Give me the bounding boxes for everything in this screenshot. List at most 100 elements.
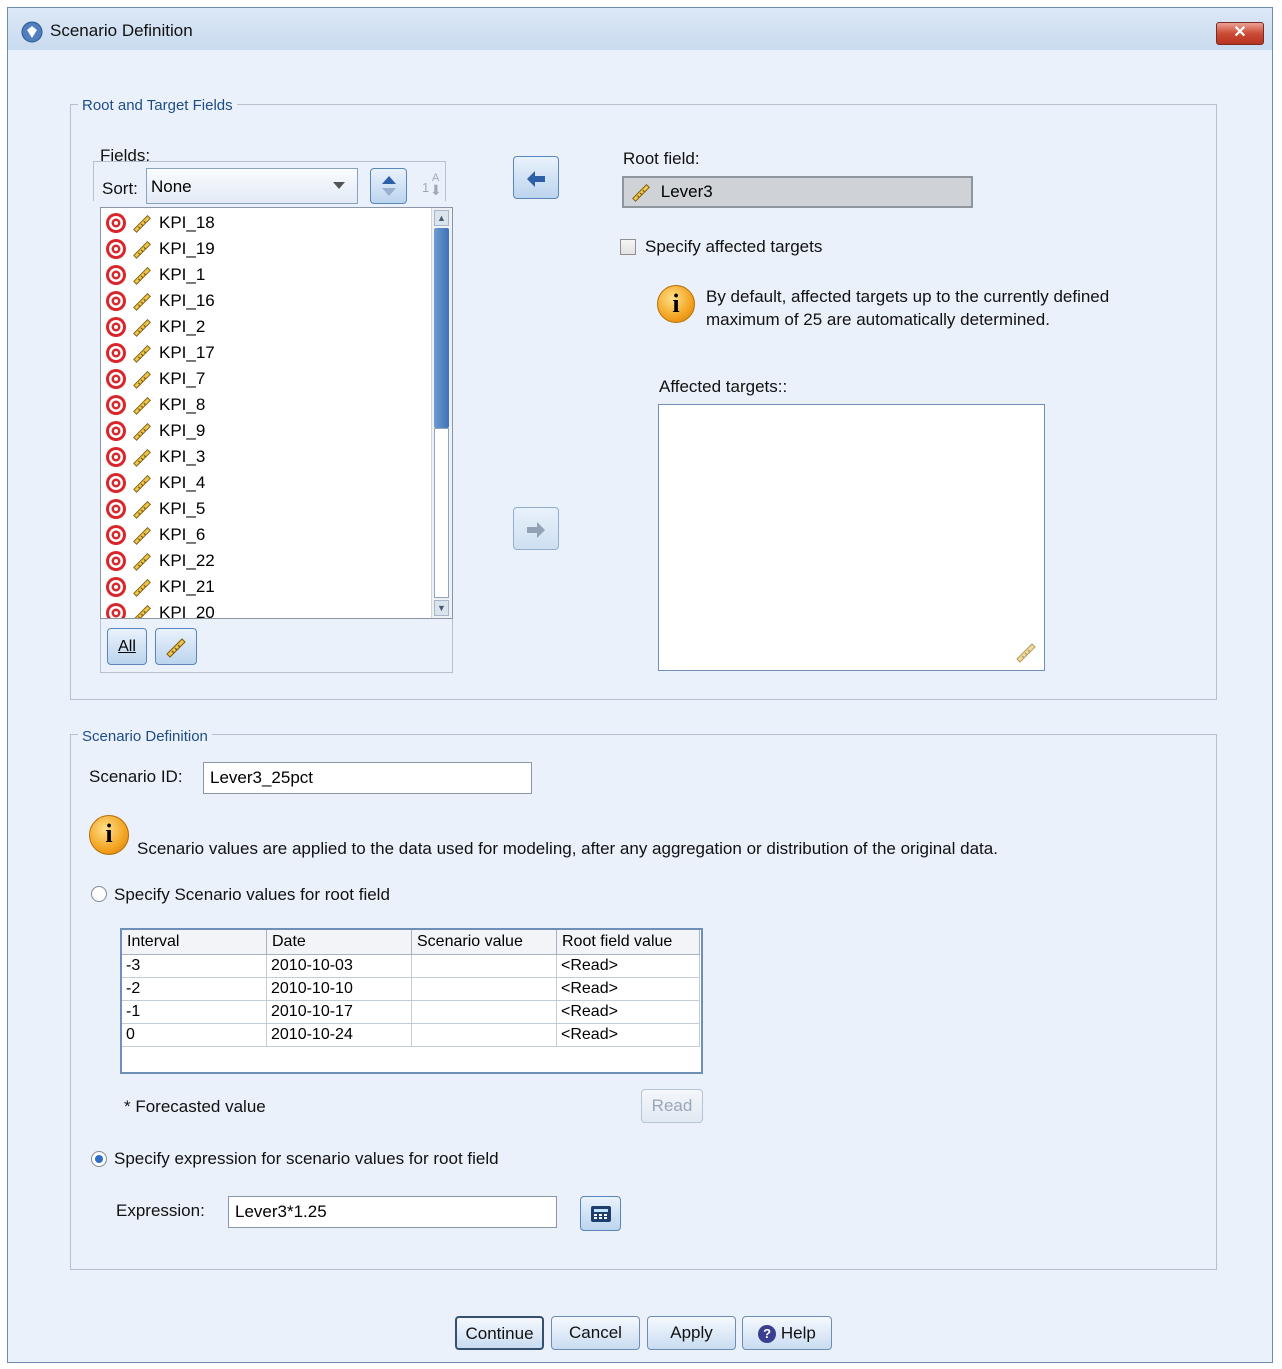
field-name: KPI_17 xyxy=(159,343,215,362)
read-button[interactable]: Read xyxy=(641,1089,703,1123)
sort-alpha-icon[interactable]: 1 A ⬇ xyxy=(416,168,452,204)
column-interval[interactable]: Interval xyxy=(122,930,267,955)
ruler-icon xyxy=(131,602,153,618)
measure-filter-button[interactable] xyxy=(155,628,197,665)
list-item[interactable]: KPI_21 xyxy=(101,574,431,600)
list-item[interactable]: KPI_1 xyxy=(101,262,431,288)
list-item[interactable]: KPI_16 xyxy=(101,288,431,314)
scenario-values-table[interactable]: Interval Date Scenario value Root field … xyxy=(120,928,703,1074)
field-name: KPI_18 xyxy=(159,213,215,232)
ruler-icon xyxy=(131,368,153,390)
cell-root-value[interactable]: <Read> xyxy=(556,977,700,1001)
field-name: KPI_3 xyxy=(159,447,206,466)
root-field-box[interactable]: Lever3 xyxy=(622,176,973,208)
cell-scenario-value[interactable] xyxy=(411,954,557,978)
list-item[interactable]: KPI_2 xyxy=(101,314,431,340)
scroll-thumb[interactable] xyxy=(434,228,449,428)
root-field-label: Root field: xyxy=(623,149,700,168)
target-icon xyxy=(105,316,127,338)
scroll-down-button[interactable]: ▼ xyxy=(434,600,449,616)
scenario-id-input[interactable]: Lever3_25pct xyxy=(203,762,532,794)
list-item[interactable]: KPI_8 xyxy=(101,392,431,418)
continue-button[interactable]: Continue xyxy=(455,1316,544,1350)
list-item[interactable]: KPI_22 xyxy=(101,548,431,574)
list-item[interactable]: KPI_9 xyxy=(101,418,431,444)
ruler-icon xyxy=(131,472,153,494)
list-item[interactable]: KPI_5 xyxy=(101,496,431,522)
radio-specify-values-label[interactable]: Specify Scenario values for root field xyxy=(114,885,390,905)
radio-specify-values[interactable] xyxy=(91,886,107,902)
sort-dropdown[interactable]: None xyxy=(146,168,358,204)
chevron-down-icon xyxy=(333,182,345,189)
help-button[interactable]: ? Help xyxy=(742,1316,832,1350)
cell-date[interactable]: 2010-10-24 xyxy=(266,1023,412,1047)
list-item[interactable]: KPI_18 xyxy=(101,210,431,236)
expression-builder-button[interactable] xyxy=(580,1196,621,1231)
radio-specify-expression-label[interactable]: Specify expression for scenario values f… xyxy=(114,1149,499,1169)
cell-root-value[interactable]: <Read> xyxy=(556,954,700,978)
target-icon xyxy=(105,290,127,312)
specify-targets-checkbox[interactable] xyxy=(620,239,636,255)
column-root-field-value[interactable]: Root field value xyxy=(556,930,700,955)
cell-interval[interactable]: -2 xyxy=(122,977,267,1001)
sort-ascending-button[interactable] xyxy=(370,168,407,204)
info-text-line2: maximum of 25 are automatically determin… xyxy=(706,310,1050,329)
table-row[interactable]: -2 2010-10-10 <Read> xyxy=(122,977,700,1001)
cell-interval[interactable]: -1 xyxy=(122,1000,267,1024)
field-name: KPI_4 xyxy=(159,473,206,492)
target-icon xyxy=(105,420,127,442)
fields-scrollbar[interactable]: ▲ ▼ xyxy=(431,208,452,618)
cell-date[interactable]: 2010-10-03 xyxy=(266,954,412,978)
sort-value: None xyxy=(151,177,192,196)
cell-interval[interactable]: -3 xyxy=(122,954,267,978)
cell-scenario-value[interactable] xyxy=(411,1000,557,1024)
window-title: Scenario Definition xyxy=(50,21,193,40)
list-item[interactable]: KPI_6 xyxy=(101,522,431,548)
field-name: KPI_6 xyxy=(159,525,206,544)
table-row[interactable]: 0 2010-10-24 <Read> xyxy=(122,1023,700,1047)
ruler-icon xyxy=(131,342,153,364)
info-icon: i xyxy=(89,815,129,855)
scroll-track[interactable] xyxy=(434,428,449,598)
ruler-icon xyxy=(1016,643,1036,663)
close-button[interactable]: ✕ xyxy=(1216,22,1264,45)
expression-input[interactable]: Lever3*1.25 xyxy=(228,1196,557,1228)
cancel-button[interactable]: Cancel xyxy=(551,1316,640,1350)
target-icon xyxy=(105,342,127,364)
root-field-value: Lever3 xyxy=(660,182,713,201)
ruler-icon xyxy=(131,446,153,468)
list-item[interactable]: KPI_20 xyxy=(101,600,431,618)
move-to-targets-button[interactable] xyxy=(513,507,559,550)
apply-button[interactable]: Apply xyxy=(647,1316,736,1350)
radio-specify-expression[interactable] xyxy=(91,1151,107,1167)
move-to-root-button[interactable] xyxy=(513,156,559,199)
cell-interval[interactable]: 0 xyxy=(122,1023,267,1047)
table-row[interactable]: -1 2010-10-17 <Read> xyxy=(122,1000,700,1024)
affected-targets-list[interactable] xyxy=(658,404,1045,671)
target-icon xyxy=(105,472,127,494)
field-name: KPI_21 xyxy=(159,577,215,596)
ruler-icon xyxy=(166,637,186,658)
list-item[interactable]: KPI_19 xyxy=(101,236,431,262)
scroll-up-button[interactable]: ▲ xyxy=(434,210,449,226)
title-bar: Scenario Definition ✕ xyxy=(8,8,1272,50)
cell-date[interactable]: 2010-10-10 xyxy=(266,977,412,1001)
cell-scenario-value[interactable] xyxy=(411,977,557,1001)
cell-root-value[interactable]: <Read> xyxy=(556,1000,700,1024)
specify-targets-label[interactable]: Specify affected targets xyxy=(645,237,822,257)
list-item[interactable]: KPI_3 xyxy=(101,444,431,470)
cell-root-value[interactable]: <Read> xyxy=(556,1023,700,1047)
cell-date[interactable]: 2010-10-17 xyxy=(266,1000,412,1024)
all-button[interactable]: All xyxy=(107,628,147,665)
column-date[interactable]: Date xyxy=(266,930,412,955)
target-icon xyxy=(105,602,127,618)
field-name: KPI_1 xyxy=(159,265,206,284)
list-item[interactable]: KPI_7 xyxy=(101,366,431,392)
list-item[interactable]: KPI_4 xyxy=(101,470,431,496)
ruler-icon xyxy=(131,290,153,312)
list-item[interactable]: KPI_17 xyxy=(101,340,431,366)
table-row[interactable]: -3 2010-10-03 <Read> xyxy=(122,954,700,978)
column-scenario-value[interactable]: Scenario value xyxy=(411,930,557,955)
cell-scenario-value[interactable] xyxy=(411,1023,557,1047)
fields-list[interactable]: KPI_18 KPI_19 KPI_1 KPI_16 KPI_2 KPI_17 KPI_7 K… xyxy=(100,207,453,619)
